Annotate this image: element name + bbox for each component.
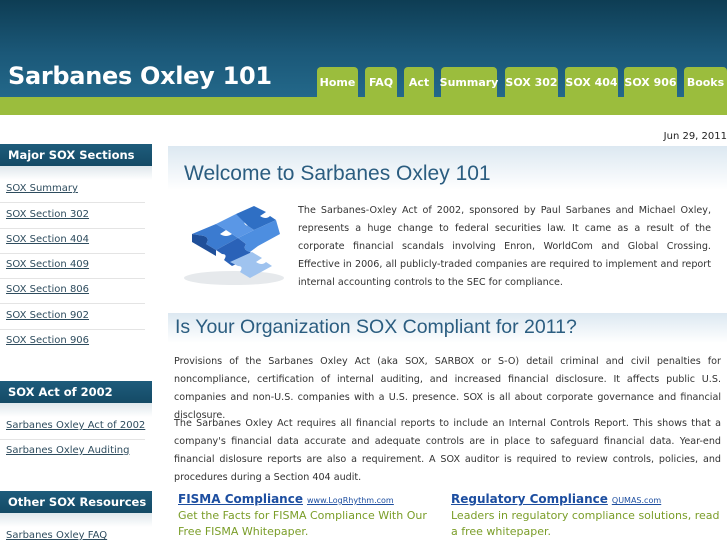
main-nav: Home FAQ Act Summary SOX 302 SOX 404 SOX… (0, 67, 727, 97)
ad-fisma-title[interactable]: FISMA Compliance (178, 492, 303, 506)
sidebar-heading-major-sections: Major SOX Sections (0, 144, 152, 166)
sidebar-link-sox-806[interactable]: SOX Section 806 (6, 284, 89, 295)
ad-regulatory-url[interactable]: QUMAS.com (612, 496, 661, 505)
ad-regulatory-text[interactable]: Leaders in regulatory compliance solutio… (451, 508, 721, 540)
nav-act[interactable]: Act (404, 67, 434, 97)
ad-regulatory[interactable]: Regulatory Compliance QUMAS.com (451, 492, 661, 506)
sidebar-divider (0, 329, 145, 330)
sidebar-fade (0, 403, 152, 417)
sidebar-link-sox-summary[interactable]: SOX Summary (6, 183, 78, 194)
nav-home[interactable]: Home (317, 67, 358, 97)
sidebar-heading-sox-act: SOX Act of 2002 (0, 381, 152, 403)
nav-faq[interactable]: FAQ (365, 67, 397, 97)
sidebar-link-sox-faq[interactable]: Sarbanes Oxley FAQ (6, 530, 107, 541)
ad-fisma[interactable]: FISMA Compliance www.LogRhythm.com (178, 492, 394, 506)
sidebar-divider (0, 253, 145, 254)
intro-paragraph: The Sarbanes-Oxley Act of 2002, sponsore… (298, 205, 711, 288)
puzzle-pieces-image (184, 206, 284, 285)
sidebar-link-sox-902[interactable]: SOX Section 902 (6, 310, 89, 321)
nav-sox-906[interactable]: SOX 906 (624, 67, 677, 97)
sidebar-link-sox-409[interactable]: SOX Section 409 (6, 259, 89, 270)
sidebar-link-sox-auditing[interactable]: Sarbanes Oxley Auditing (6, 445, 129, 456)
welcome-title: Welcome to Sarbanes Oxley 101 (184, 162, 491, 185)
nav-sox-404[interactable]: SOX 404 (565, 67, 618, 97)
nav-sox-302[interactable]: SOX 302 (505, 67, 558, 97)
sidebar-divider (0, 278, 145, 279)
current-date: Jun 29, 2011 (663, 131, 727, 142)
ad-fisma-text[interactable]: Get the Facts for FISMA Compliance With … (178, 508, 448, 540)
ad-fisma-url[interactable]: www.LogRhythm.com (307, 496, 394, 505)
controls-paragraph: The Sarbanes Oxley Act requires all fina… (174, 418, 721, 483)
sidebar-divider (0, 439, 145, 440)
nav-books[interactable]: Books (684, 67, 727, 97)
sidebar-link-sox-404[interactable]: SOX Section 404 (6, 234, 89, 245)
sidebar-divider (0, 303, 145, 304)
sidebar-divider (0, 202, 145, 203)
compliance-title: Is Your Organization SOX Compliant for 2… (175, 316, 577, 338)
nav-summary[interactable]: Summary (440, 67, 498, 97)
sidebar-link-sox-906[interactable]: SOX Section 906 (6, 335, 89, 346)
sidebar-fade (0, 513, 152, 527)
header-accent-band (0, 97, 727, 115)
sidebar-divider (0, 228, 145, 229)
sidebar-link-sox-act-2002[interactable]: Sarbanes Oxley Act of 2002 (6, 420, 145, 431)
sidebar-fade (0, 166, 152, 180)
sidebar-heading-other-resources: Other SOX Resources (0, 491, 152, 513)
sidebar-link-sox-302[interactable]: SOX Section 302 (6, 209, 89, 220)
ad-regulatory-title[interactable]: Regulatory Compliance (451, 492, 608, 506)
